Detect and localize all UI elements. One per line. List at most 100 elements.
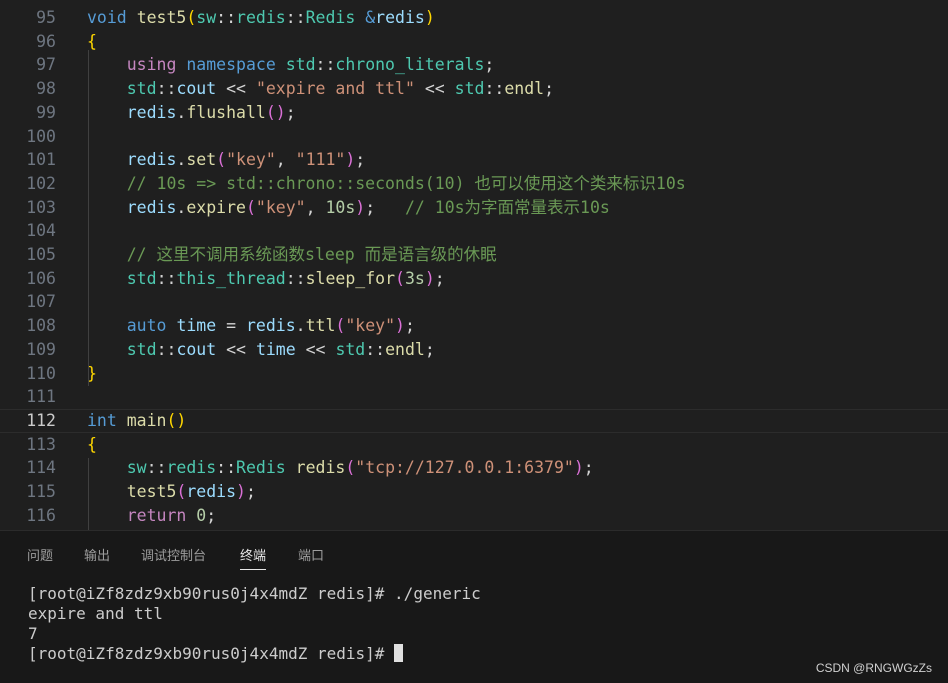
code-line: 113 { <box>0 433 948 457</box>
terminal-line: 7 <box>28 624 38 643</box>
code-token: ( <box>335 316 346 336</box>
panel-tabs: 问题 输出 调试控制台 终端 端口 <box>0 531 948 575</box>
code-token: redis <box>126 197 177 217</box>
code-token: cout <box>176 339 217 359</box>
code-token: ; <box>285 102 296 122</box>
code-token: :: <box>484 79 505 99</box>
code-token: flushall <box>186 102 266 122</box>
code-token: , <box>305 197 326 217</box>
code-token: << <box>216 339 256 359</box>
code-token: { <box>87 31 97 51</box>
code-text: sw::redis::Redis redis("tcp://127.0.0.1:… <box>87 456 594 480</box>
code-token: time <box>255 339 296 359</box>
code-token: std <box>126 268 157 288</box>
tab-terminal[interactable]: 终端 <box>240 545 267 570</box>
code-token: "key" <box>226 150 276 170</box>
code-line: 101 redis.set("key", "111"); <box>0 148 948 172</box>
code-line: 110} <box>0 362 948 386</box>
code-token: :: <box>156 339 177 359</box>
code-token: ( <box>186 8 197 27</box>
line-number: 104 <box>26 221 56 241</box>
code-token: using <box>126 55 177 75</box>
line-number: 106 <box>26 268 56 288</box>
code-text: { <box>87 433 97 457</box>
code-token: . <box>176 197 187 217</box>
code-token: << <box>295 339 336 359</box>
code-token: ) <box>355 197 366 217</box>
code-line: 103 redis.expire("key", 10s); // 10s为字面常… <box>0 196 948 220</box>
code-text: test5(redis); <box>87 480 256 504</box>
code-token: :: <box>285 8 306 27</box>
code-token: ; <box>245 482 256 501</box>
code-text: std::cout << time << std::endl; <box>87 338 435 362</box>
indent-guide-main <box>88 458 89 530</box>
watermark: CSDN @RNGWGzZs <box>815 661 932 675</box>
tab-debug-console[interactable]: 调试控制台 <box>141 545 206 564</box>
tab-problems[interactable]: 问题 <box>27 545 53 564</box>
code-line: 99 redis.flushall(); <box>0 101 948 125</box>
code-token: :: <box>156 268 177 288</box>
code-token: :: <box>315 55 336 75</box>
code-token: "111" <box>295 150 346 170</box>
code-line: 102 // 10s => std::chrono::seconds(10) 也… <box>0 172 948 196</box>
code-token: ( <box>176 482 187 501</box>
code-line: 107 <box>0 290 948 314</box>
tab-ports[interactable]: 端口 <box>298 545 324 564</box>
code-token: ) <box>345 150 356 170</box>
code-line: 106 std::this_thread::sleep_for(3s); <box>0 267 948 291</box>
code-token: time <box>176 316 217 336</box>
code-text: auto time = redis.ttl("key"); <box>87 314 415 338</box>
code-token: 3s <box>404 268 425 288</box>
code-token: void <box>87 8 127 27</box>
code-token: int <box>87 410 117 430</box>
code-token: :: <box>146 458 167 478</box>
terminal-line: expire and ttl <box>28 604 163 623</box>
code-token: 10s <box>325 197 356 217</box>
terminal-prompt-line: [root@iZf8zdz9xb90rus0j4x4mdZ redis]# <box>28 644 481 664</box>
code-token: std <box>126 79 157 99</box>
code-token: endl <box>504 79 545 99</box>
tab-output[interactable]: 输出 <box>84 545 110 564</box>
code-token: this_thread <box>176 268 286 288</box>
code-text: redis.expire("key", 10s); // 10s为字面常量表示1… <box>87 196 610 220</box>
code-line: 112 int main() <box>0 408 948 433</box>
code-token: Redis <box>305 8 356 27</box>
code-token: () <box>265 102 286 122</box>
code-token: ( <box>245 197 256 217</box>
line-number: 99 <box>36 102 56 122</box>
code-token: ; <box>434 268 445 288</box>
code-token: test5 <box>136 8 187 27</box>
code-token: "tcp://127.0.0.1:6379" <box>355 458 574 478</box>
terminal-output[interactable]: [root@iZf8zdz9xb90rus0j4x4mdZ redis]# ./… <box>28 584 481 664</box>
code-token: ; <box>424 339 435 359</box>
line-number: 110 <box>26 363 56 383</box>
code-token: // 这里不调用系统函数sleep 而是语言级的休眠 <box>126 245 497 264</box>
code-line: 116 return 0; <box>0 504 948 528</box>
code-token: ) <box>424 268 435 288</box>
code-token: :: <box>285 268 306 288</box>
code-text: int main() <box>87 410 186 432</box>
code-token: // 10s => std::chrono::seconds(10) 也可以使用… <box>126 173 686 193</box>
code-token: cout <box>176 79 217 99</box>
code-token: redis <box>126 102 177 122</box>
code-token: ) <box>236 482 246 501</box>
code-token: ttl <box>305 316 336 336</box>
line-number: 108 <box>26 316 56 336</box>
code-token: ; <box>404 316 415 336</box>
code-text: void test5(sw::redis::Redis &redis) <box>87 6 435 30</box>
code-token: & <box>365 8 376 27</box>
code-editor[interactable]: 95 void test5(sw::redis::Redis &redis) 96{… <box>0 0 948 530</box>
terminal-prompt: [root@iZf8zdz9xb90rus0j4x4mdZ redis]# <box>28 644 395 663</box>
code-token: redis <box>375 8 425 27</box>
code-token: namespace <box>186 55 276 75</box>
code-token: auto <box>126 316 167 336</box>
code-text: // 10s => std::chrono::seconds(10) 也可以使用… <box>87 172 686 196</box>
